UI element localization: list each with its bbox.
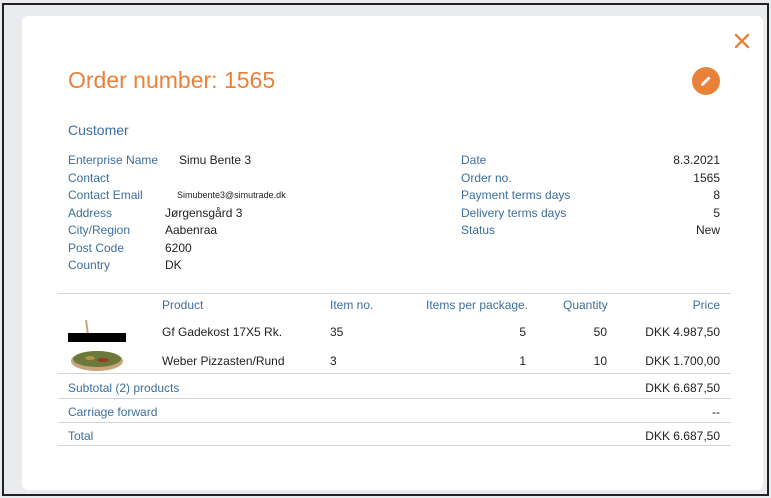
order-labels: Date Order no. Payment terms days Delive… xyxy=(461,152,570,240)
product-thumbnail xyxy=(68,319,126,344)
field-label: Country xyxy=(68,258,111,272)
product-name: Weber Pizzasten/Rund xyxy=(162,354,285,368)
field-label: Contact xyxy=(68,170,110,185)
column-header-price: Price xyxy=(692,298,720,312)
order-values: 8.3.2021 1565 8 5 New xyxy=(600,152,720,240)
product-per-package: 1 xyxy=(519,354,526,368)
summary-divider xyxy=(58,445,731,446)
post-code-value: 6200 xyxy=(165,240,192,255)
subtotal-value: DKK 6.687,50 xyxy=(645,381,720,395)
field-label: Address xyxy=(68,205,113,220)
close-icon[interactable] xyxy=(733,33,751,51)
field-label: Status xyxy=(461,223,496,237)
carriage-label: Carriage forward xyxy=(68,405,158,419)
field-label: City/Region xyxy=(68,223,131,237)
table-divider xyxy=(58,293,731,294)
total-label: Total xyxy=(68,429,94,443)
product-name: Gf Gadekost 17X5 Rk. xyxy=(162,325,283,339)
contact-email-value: Simubente3@simutrade.dk xyxy=(177,190,286,200)
customer-section-title: Customer xyxy=(68,122,129,138)
summary-divider xyxy=(58,422,731,423)
field-label: Payment terms days xyxy=(461,188,571,202)
edit-button[interactable] xyxy=(692,67,720,95)
carriage-value: -- xyxy=(712,405,720,419)
column-header-per-package: Items per package. xyxy=(426,298,529,312)
address-value: Jørgensgård 3 xyxy=(165,205,243,220)
payment-terms-value: 8 xyxy=(713,188,720,202)
product-price: DKK 1.700,00 xyxy=(645,354,720,368)
product-price: DKK 4.987,50 xyxy=(645,325,720,339)
product-thumbnail xyxy=(70,346,126,372)
field-label: Order no. xyxy=(461,170,512,185)
total-value: DKK 6.687,50 xyxy=(645,429,720,443)
city-value: Aabenraa xyxy=(165,223,218,237)
product-item-no: 3 xyxy=(330,354,337,368)
field-label: Post Code xyxy=(68,240,125,255)
customer-values: Simu Bente 3 Simubente3@simutrade.dk Jør… xyxy=(165,152,286,275)
contact-value xyxy=(165,170,286,188)
page-title: Order number: 1565 xyxy=(68,67,276,93)
product-quantity: 10 xyxy=(593,354,607,368)
subtotal-label: Subtotal (2) products xyxy=(68,381,180,395)
date-value: 8.3.2021 xyxy=(673,153,720,167)
delivery-terms-value: 5 xyxy=(713,205,720,220)
order-no-value: 1565 xyxy=(693,170,720,185)
field-label: Delivery terms days xyxy=(461,205,567,220)
field-label: Enterprise Name xyxy=(68,153,159,167)
customer-labels: Enterprise Name Contact Contact Email Ad… xyxy=(68,152,158,275)
country-value: DK xyxy=(165,258,182,272)
column-header-quantity: Quantity xyxy=(563,298,608,312)
field-label: Date xyxy=(461,153,487,167)
column-header-product: Product xyxy=(162,298,204,312)
status-value: New xyxy=(695,223,720,237)
product-quantity: 50 xyxy=(593,325,607,339)
enterprise-name-value: Simu Bente 3 xyxy=(179,153,252,167)
summary-divider xyxy=(58,398,731,399)
product-per-package: 5 xyxy=(519,325,526,339)
product-item-no: 35 xyxy=(330,325,344,339)
field-label: Contact Email xyxy=(68,188,143,202)
table-divider xyxy=(58,373,731,374)
pencil-icon xyxy=(701,76,711,86)
column-header-item-no: Item no. xyxy=(330,298,374,312)
